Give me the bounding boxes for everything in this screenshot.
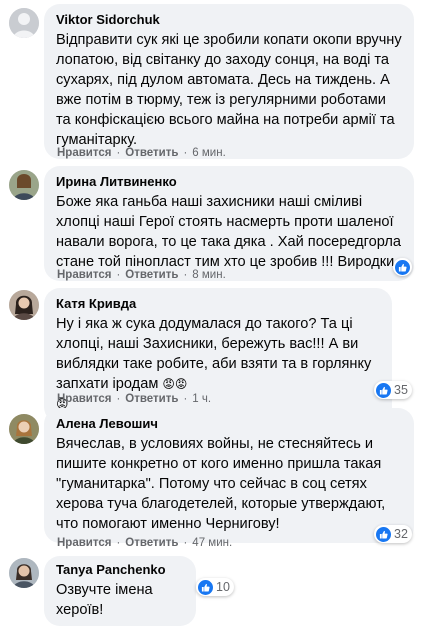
separator: · xyxy=(183,393,188,405)
avatar[interactable] xyxy=(9,558,39,588)
reaction-badge[interactable] xyxy=(393,258,412,276)
comment-author[interactable]: Viktor Sidorchuk xyxy=(56,12,402,28)
comment-actions: Нравится · Ответить · 47 мин. xyxy=(57,536,232,550)
separator: · xyxy=(116,537,121,549)
like-link[interactable]: Нравится xyxy=(57,392,111,406)
avatar[interactable] xyxy=(9,414,39,444)
reaction-count: 35 xyxy=(394,383,408,397)
comment-actions: Нравится · Ответить · 6 мин. xyxy=(57,146,226,160)
angry-emoji-icon: 😡😡 xyxy=(162,377,188,391)
reaction-badge[interactable]: 10 xyxy=(196,578,234,596)
like-reaction-icon xyxy=(198,579,213,595)
like-link[interactable]: Нравится xyxy=(57,146,111,160)
separator: · xyxy=(183,147,188,159)
separator: · xyxy=(116,269,121,281)
comment-actions: Нравится · Ответить · 1 ч. xyxy=(57,392,211,406)
like-link[interactable]: Нравится xyxy=(57,536,111,550)
comment-time[interactable]: 47 мин. xyxy=(192,536,232,550)
comment-actions: Нравится · Ответить · 8 мин. xyxy=(57,268,226,282)
avatar[interactable] xyxy=(9,170,39,200)
reaction-badge[interactable]: 35 xyxy=(374,381,412,399)
comment-bubble: Ирина Литвиненко Боже яка ганьба наші за… xyxy=(44,166,414,281)
separator: · xyxy=(183,537,188,549)
comment-text-body: Ну і яка ж сука додумалася до такого? Та… xyxy=(56,316,372,392)
like-link[interactable]: Нравится xyxy=(57,268,111,282)
comment-author[interactable]: Алена Левошич xyxy=(56,416,402,432)
comment-author[interactable]: Tanya Panchenko xyxy=(56,562,184,578)
comment-time[interactable]: 8 мин. xyxy=(192,268,225,282)
comment-text: Вячеслав, в условиях войны, не стесняйте… xyxy=(56,436,386,532)
reply-link[interactable]: Ответить xyxy=(125,268,178,282)
avatar[interactable] xyxy=(9,290,39,320)
like-reaction-icon xyxy=(376,382,391,398)
separator: · xyxy=(116,393,121,405)
like-reaction-icon xyxy=(376,526,391,542)
comment-bubble: Алена Левошич Вячеслав, в условиях войны… xyxy=(44,408,414,543)
comment-time[interactable]: 6 мин. xyxy=(192,146,225,160)
comment-author[interactable]: Ирина Литвиненко xyxy=(56,174,402,190)
reaction-count: 10 xyxy=(216,580,230,594)
like-reaction-icon xyxy=(395,259,410,275)
separator: · xyxy=(183,269,188,281)
separator: · xyxy=(116,147,121,159)
reply-link[interactable]: Ответить xyxy=(125,392,178,406)
comment-bubble: Tanya Panchenko Озвучте імена хероїв! xyxy=(44,556,196,626)
comment-author[interactable]: Катя Кривда xyxy=(56,296,380,312)
comment-time[interactable]: 1 ч. xyxy=(192,392,211,406)
reply-link[interactable]: Ответить xyxy=(125,536,178,550)
reaction-count: 32 xyxy=(394,527,408,541)
reply-link[interactable]: Ответить xyxy=(125,146,178,160)
comment-text: Озвучте імена хероїв! xyxy=(56,582,153,618)
comment-bubble: Viktor Sidorchuk Відправити сук які це з… xyxy=(44,4,414,159)
avatar[interactable] xyxy=(9,8,39,38)
comment-text: Відправити сук які це зробили копати око… xyxy=(56,32,402,148)
comment-text: Боже яка ганьба наші захисники наші сміл… xyxy=(56,194,402,270)
reaction-badge[interactable]: 32 xyxy=(374,525,412,543)
